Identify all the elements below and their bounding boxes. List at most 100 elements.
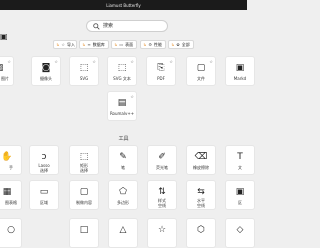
tool-card-diamond[interactable]: ◇	[225, 218, 255, 248]
format-card-svg[interactable]: ☆ ⬚ SVG	[69, 56, 99, 86]
tool-label: 文	[238, 165, 242, 170]
tool-card-horizontal-line[interactable]: ⇆ 水平 空线	[186, 180, 216, 210]
format-card-image[interactable]: ☆ ▨ 图片	[0, 56, 14, 86]
tool-label: 笔	[121, 165, 125, 170]
format-label: 图片	[1, 76, 9, 81]
tool-label: 区域	[40, 200, 48, 205]
horizontal-line-icon: ⇆	[197, 187, 205, 197]
filter-database-button[interactable]: ↳ ≡ 数据库	[79, 40, 109, 49]
tool-label: 多边形	[117, 200, 129, 205]
tool-label: 图表格	[5, 200, 17, 205]
tool-label: 荧光笔	[156, 165, 168, 170]
star-shape-icon: ☆	[157, 225, 167, 235]
filter-surface-button[interactable]: ↳ ▭ 表面	[111, 40, 137, 49]
tool-card-eraser[interactable]: ⌫ 橡皮擦除	[186, 145, 216, 175]
tool-card-polygon[interactable]: ⬠ 多边形	[108, 180, 138, 210]
tool-card-pen[interactable]: ✎ 笔	[108, 145, 138, 175]
format-label: Markd	[233, 76, 247, 81]
format-card-file[interactable]: ☆ ▢ 文件	[186, 56, 216, 86]
title-bar: Liamust Butterfly	[0, 0, 247, 10]
format-label: 文件	[197, 76, 205, 81]
tool-label: 矩形 选择	[80, 163, 88, 173]
filter-performance-button[interactable]: ↳ ⚙ 性能	[140, 40, 166, 49]
search-input[interactable]: 搜索	[86, 20, 168, 32]
tool-label: 区	[238, 200, 242, 205]
svg-icon: ⬚	[79, 63, 89, 73]
tool-card-rect-select[interactable]: ⬚ 矩形 选择	[69, 145, 99, 175]
image-icon: ▨	[0, 62, 13, 74]
markdown-icon: ▣	[235, 63, 245, 73]
format-card-markdown[interactable]: ▣ Markd	[225, 56, 255, 86]
search-text: 搜索	[103, 23, 114, 29]
filter-label: 全部	[181, 41, 190, 47]
search-icon	[93, 23, 100, 30]
format-label: SVG	[79, 76, 89, 81]
tools-section-title: 工具	[118, 136, 129, 142]
pdf-icon: ⎘	[157, 63, 165, 73]
filter-all-button[interactable]: ↳ ✿ 全部	[168, 40, 194, 49]
arrow-icon: ↳	[171, 42, 175, 47]
tool-card-square[interactable]: □	[69, 218, 99, 248]
tool-card-region[interactable]: ▭ 区域	[29, 180, 59, 210]
format-card-camera[interactable]: ☆ ◙ 摄像头	[31, 56, 61, 86]
hand-icon: ✋	[1, 152, 13, 162]
hexagon-icon: ⬡	[197, 225, 205, 235]
arrow-icon: ↳	[56, 42, 60, 47]
svg-text-icon: ⬚	[117, 63, 127, 73]
file-icon: ▢	[196, 63, 206, 73]
filter-label: 表面	[125, 41, 134, 47]
tool-label: 制做内容	[76, 200, 92, 205]
tool-card-triangle[interactable]: △	[108, 218, 138, 248]
content-icon: ▢	[79, 187, 89, 197]
format-label: 摄像头	[40, 76, 52, 81]
highlighter-icon: ✐	[158, 152, 166, 162]
window-title: Liamust Butterfly	[106, 2, 141, 8]
format-card-frame[interactable]: ☆ ▤ Roumalv++	[107, 91, 137, 121]
tool-card-zone[interactable]: ▣ 区	[225, 180, 255, 210]
tool-label: 橡皮擦除	[193, 165, 209, 170]
rect-select-icon: ⬚	[79, 152, 89, 162]
filter-label: 性能	[153, 41, 162, 47]
database-icon: ≡	[87, 42, 91, 47]
tool-card-hexagon[interactable]: ⬡	[186, 218, 216, 248]
tool-card-hand[interactable]: ✋ 手	[0, 145, 22, 175]
tool-card-highlighter[interactable]: ✐ 荧光笔	[147, 145, 177, 175]
tool-card-star[interactable]: ☆	[147, 218, 177, 248]
region-icon: ▭	[39, 187, 49, 197]
all-icon: ✿	[176, 42, 180, 47]
pen-icon: ✎	[119, 152, 127, 162]
table-icon: ▦	[2, 187, 12, 197]
polygon-icon: ⬠	[119, 187, 127, 197]
triangle-icon: △	[119, 225, 127, 235]
tool-label: Lasso 选择	[38, 163, 50, 173]
format-card-svg-text[interactable]: ☆ ⬚ SVG 文本	[107, 56, 137, 86]
filter-toolbar: ↳ ☆ 导入 ↳ ≡ 数据库 ↳ ▭ 表面 ↳ ⚙ 性能 ↳ ✿ 全部	[0, 40, 247, 50]
tool-label: 样式 空线	[158, 198, 166, 208]
zone-icon: ▣	[235, 187, 245, 197]
eraser-icon: ⌫	[194, 152, 208, 162]
line-style-icon: ⇅	[158, 187, 166, 197]
tool-card-table[interactable]: ▦ 图表格	[0, 180, 22, 210]
frame-icon: ▤	[117, 98, 127, 108]
lasso-icon: ↄ	[41, 152, 47, 162]
performance-icon: ⚙	[148, 42, 152, 47]
format-label: PDF	[157, 76, 165, 81]
square-icon: □	[79, 225, 89, 235]
arrow-icon: ↳	[143, 42, 147, 47]
filter-label: 导入	[66, 41, 75, 47]
tool-card-content[interactable]: ▢ 制做内容	[69, 180, 99, 210]
format-label: Roumalv++	[109, 111, 135, 116]
format-card-pdf[interactable]: ☆ ⎘ PDF	[146, 56, 176, 86]
tool-card-circle[interactable]: ○	[0, 218, 22, 248]
tool-card-lasso[interactable]: ↄ Lasso 选择	[29, 145, 59, 175]
tool-card-text[interactable]: T 文	[225, 145, 255, 175]
tool-card-line-style[interactable]: ⇅ 样式 空线	[147, 180, 177, 210]
surface-icon: ▭	[119, 42, 124, 47]
diamond-icon: ◇	[236, 225, 244, 235]
camera-icon: ◙	[41, 63, 51, 73]
circle-icon: ○	[7, 225, 15, 235]
tool-label: 手	[9, 165, 13, 170]
filter-import-button[interactable]: ↳ ☆ 导入	[53, 40, 77, 49]
text-icon: T	[237, 152, 243, 162]
arrow-icon: ↳	[114, 42, 118, 47]
